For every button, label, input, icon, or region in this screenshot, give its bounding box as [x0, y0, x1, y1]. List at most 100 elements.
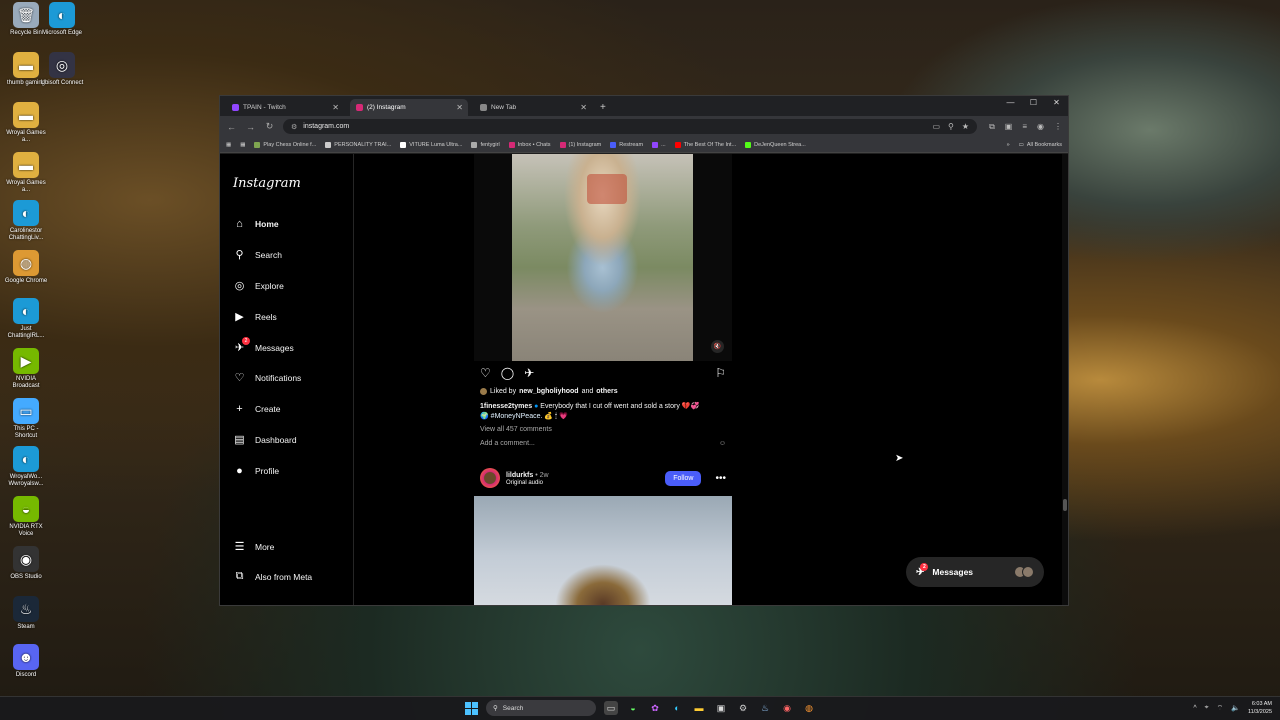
sidebar-item-dashboard[interactable]: ▤ Dashboard [233, 433, 296, 446]
more-bookmarks-icon[interactable]: » [1007, 142, 1010, 148]
browser-tab[interactable]: New Tab ✕ [474, 99, 592, 116]
browser-tab[interactable]: TPAIN - Twitch ✕ [226, 99, 344, 116]
messages-pill[interactable]: ✈ 2 Messages [906, 557, 1044, 587]
bookmark-item[interactable]: DeJenQueen Strea... [745, 141, 806, 148]
windows-start-icon[interactable] [465, 701, 478, 715]
bookmark-item[interactable]: PERSONALITY TRAI... [325, 141, 391, 148]
extensions-icon[interactable]: ⧉ [989, 122, 995, 132]
file-explorer-icon[interactable]: ▬ [692, 701, 706, 715]
bookmark-item[interactable]: ... [652, 141, 666, 148]
browser-tab[interactable]: (2) Instagram ✕ [350, 99, 468, 116]
sidebar-item-profile[interactable]: ● Profile [233, 464, 279, 477]
sidebar-item-messages[interactable]: ✈ 2 Messages [233, 337, 294, 354]
desktop-shortcut[interactable]: ▶ NVIDIA Broadcast [4, 348, 48, 390]
hashtag-link[interactable]: #MoneyNPeace. [491, 413, 543, 420]
follow-button[interactable]: Follow [665, 470, 702, 486]
desktop-shortcut[interactable]: ☻ Discord [4, 644, 48, 679]
sidebar-item-search[interactable]: ⚲ Search [233, 248, 281, 261]
bookmark-item[interactable]: (1) Instagram [559, 141, 601, 148]
bookmark-star-icon[interactable]: ★ [962, 122, 969, 131]
taskbar-search[interactable]: ⚲ Search [486, 700, 596, 716]
location-icon[interactable]: ⌖ [1205, 704, 1209, 712]
sidebar-item-more[interactable]: ☰ More [233, 540, 275, 553]
site-info-icon[interactable]: ⚙ [291, 123, 297, 131]
mute-icon[interactable]: 🔇 [711, 340, 724, 353]
sidepanel-icon[interactable]: ▣ [1005, 122, 1013, 132]
bookmark-item[interactable]: VITURE Luma Ultra... [400, 141, 462, 148]
sidebar-item-explore[interactable]: ◎ Explore [233, 279, 284, 292]
settings-gear-icon[interactable]: ⚙ [736, 701, 750, 715]
zoom-icon[interactable]: ⚲ [948, 122, 954, 131]
desktop-shortcut[interactable]: ◐ Microsoft Edge [40, 2, 84, 37]
liked-others-link[interactable]: others [596, 388, 617, 395]
edge-taskbar-icon[interactable]: ◐ [670, 701, 684, 715]
obs-taskbar-icon[interactable]: ◉ [780, 701, 794, 715]
chrome-taskbar-icon[interactable]: ◍ [802, 701, 816, 715]
desktop-shortcut[interactable]: ◍ Google Chrome [4, 250, 48, 285]
close-tab-icon[interactable]: ✕ [580, 103, 587, 112]
post2-audio[interactable]: Original audio [506, 480, 549, 486]
tab-groups-icon[interactable]: ▦ [240, 142, 245, 148]
desktop-shortcut[interactable]: ◎ Ubisoft Connect [40, 52, 84, 87]
avatar[interactable] [480, 468, 500, 488]
desktop-shortcut[interactable]: ◐ WroyalWo... Wwroyalsw... [4, 446, 48, 488]
close-tab-icon[interactable]: ✕ [332, 103, 339, 112]
add-comment-input[interactable]: Add a comment... [480, 440, 535, 447]
bookmark-item[interactable]: Inbox • Chats [508, 141, 551, 148]
apps-icon[interactable]: ▦ [226, 142, 231, 148]
desktop-shortcut[interactable]: ▬ Wroyal Games a... [4, 102, 48, 144]
profile-icon[interactable]: ◉ [1037, 122, 1044, 132]
steam-taskbar-icon[interactable]: ♨ [758, 701, 772, 715]
new-tab-button[interactable]: + [600, 102, 606, 113]
instagram-logo[interactable]: Instagram [233, 176, 301, 191]
copilot-icon[interactable]: ✿ [648, 701, 662, 715]
kebab-menu-icon[interactable]: ⋮ [1054, 122, 1062, 132]
emoji-icon[interactable]: ☺ [719, 440, 726, 447]
desktop-shortcut[interactable]: ♨ Steam [4, 596, 48, 631]
desktop-shortcut[interactable]: ▭ This PC - Shortcut [4, 398, 48, 440]
wifi-icon[interactable]: ⌔ [1217, 704, 1224, 713]
save-bookmark-icon[interactable]: ⚐ [715, 366, 726, 380]
store-icon[interactable]: ▣ [714, 701, 728, 715]
scrollbar[interactable] [1062, 154, 1068, 605]
bookmark-item[interactable]: fentygirl [471, 141, 500, 148]
sidebar-item-also-from-meta[interactable]: ⧉ Also from Meta [233, 570, 313, 583]
maximize-icon[interactable]: ☐ [1022, 98, 1045, 107]
clock[interactable]: 6:03 AM 11/3/2025 [1248, 700, 1272, 716]
close-window-icon[interactable]: ✕ [1045, 98, 1068, 107]
desktop-shortcut[interactable]: ◐ Carolinestor ChattingLiv... [4, 200, 48, 242]
forward-arrow-icon[interactable]: → [245, 122, 256, 132]
bookmark-item[interactable]: Restream [610, 141, 643, 148]
view-comments-link[interactable]: View all 457 comments [480, 426, 552, 433]
desktop-shortcut[interactable]: ◒ NVIDIA RTX Voice [4, 496, 48, 538]
nvidia-app-icon[interactable]: ◒ [626, 701, 640, 715]
post2-video[interactable] [474, 496, 732, 605]
sidebar-item-home[interactable]: ⌂ Home [233, 217, 278, 230]
desktop-shortcut[interactable]: ◉ OBS Studio [4, 546, 48, 581]
share-icon[interactable]: ✈ [524, 366, 534, 380]
post2-username[interactable]: lildurkfs [506, 472, 533, 479]
task-view-icon[interactable]: ▭ [604, 701, 618, 715]
sidebar-item-create[interactable]: + Create [233, 402, 280, 415]
close-tab-icon[interactable]: ✕ [456, 103, 463, 112]
comment-icon[interactable]: ◯ [501, 366, 514, 380]
liked-user-link[interactable]: new_bgholiyhood [519, 388, 579, 395]
sidebar-item-notifications[interactable]: ♡ Notifications [233, 371, 302, 384]
cast-icon[interactable]: ▭ [932, 122, 940, 131]
back-arrow-icon[interactable]: ← [226, 122, 237, 132]
volume-icon[interactable]: 🔈 [1231, 704, 1240, 712]
chevron-up-icon[interactable]: ^ [1193, 705, 1196, 712]
caption-username[interactable]: 1finesse2tymes [480, 403, 532, 410]
address-bar[interactable]: ⚙ instagram.com ▭ ⚲ ★ [283, 119, 978, 134]
like-heart-icon[interactable]: ♡ [480, 366, 491, 380]
media-icon[interactable]: ≡ [1022, 122, 1027, 132]
bookmark-item[interactable]: Play Chess Online f... [254, 141, 316, 148]
more-options-icon[interactable]: ••• [715, 473, 726, 484]
minimize-icon[interactable]: — [999, 98, 1022, 107]
all-bookmarks-button[interactable]: ▭ All Bookmarks [1019, 142, 1062, 148]
reload-icon[interactable]: ↻ [264, 121, 275, 132]
post-video[interactable]: 🔇 [474, 154, 732, 361]
sidebar-item-reels[interactable]: ▶ Reels [233, 310, 276, 323]
bookmark-item[interactable]: The Best Of The Int... [674, 141, 736, 148]
desktop-shortcut[interactable]: ◐ Just ChattingIRL... [4, 298, 48, 340]
